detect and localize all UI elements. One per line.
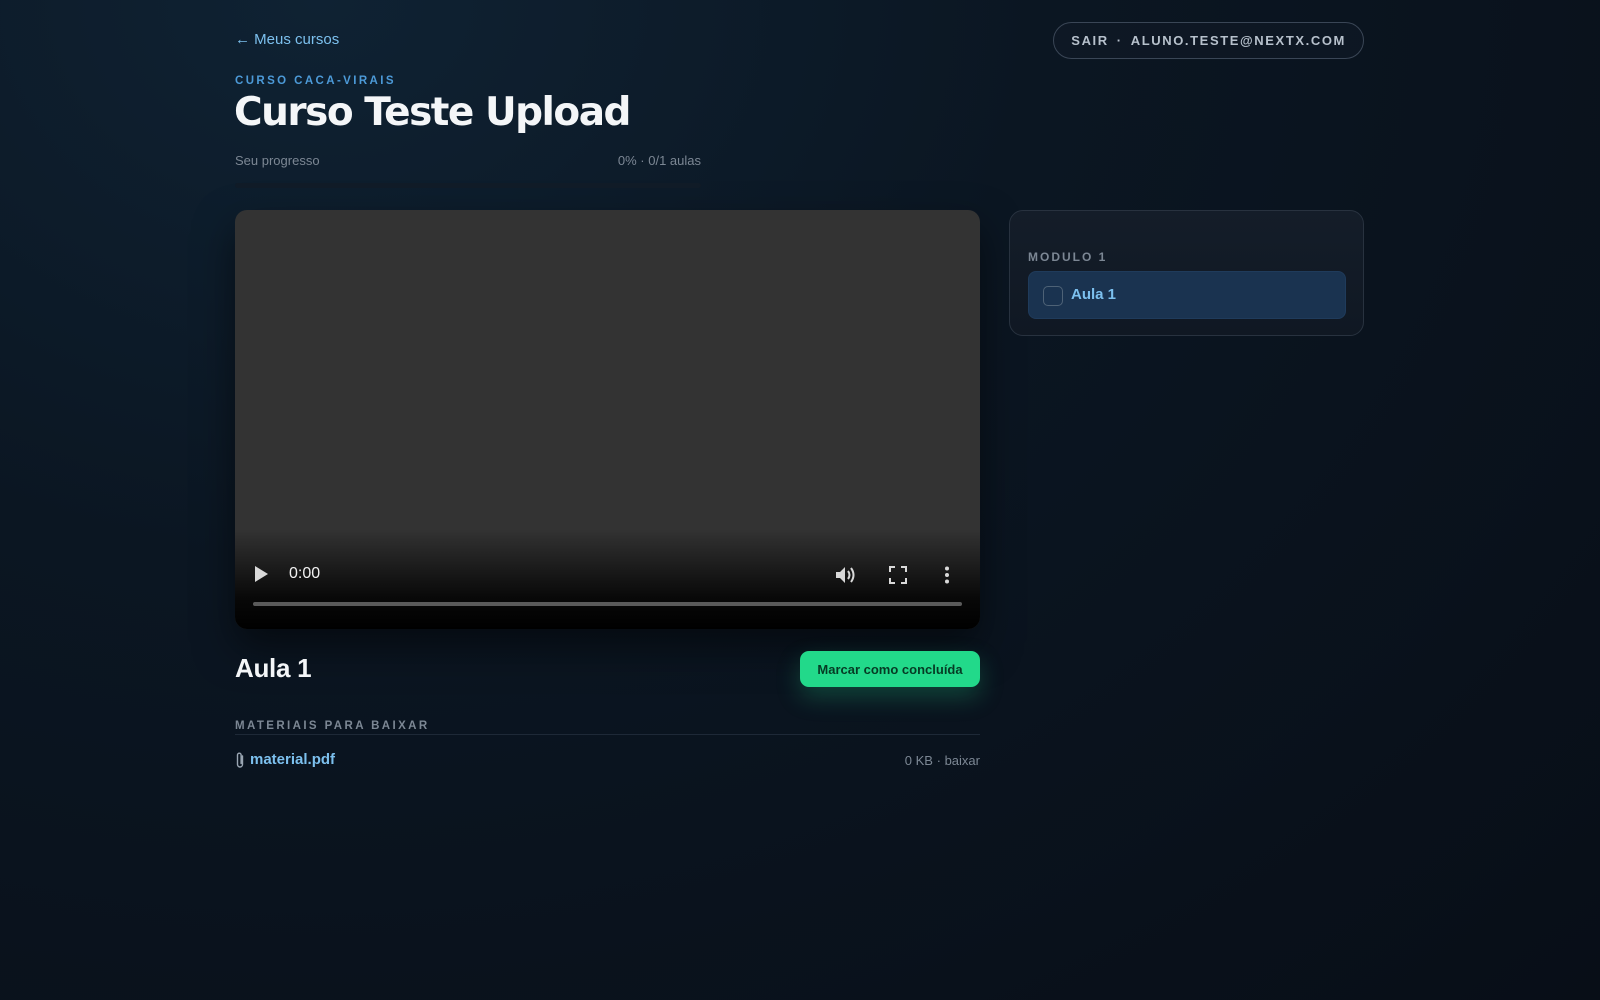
- video-player[interactable]: 0:00: [235, 210, 980, 629]
- material-file-meta: 0 KB · baixar: [905, 753, 980, 768]
- sidebar-lesson-label: Aula 1: [1071, 286, 1117, 303]
- sidebar-lesson-item[interactable]: Aula 1: [1028, 271, 1346, 319]
- lesson-sidebar: MODULO 1 Aula 1: [1009, 210, 1364, 336]
- back-to-courses-link[interactable]: ← Meus cursos: [235, 31, 339, 48]
- fullscreen-icon[interactable]: [889, 566, 907, 584]
- lesson-title: Aula 1: [235, 653, 312, 683]
- course-page: ← Meus cursos SAIR · ALUNO.TESTE@NEXTX.C…: [234, 0, 1364, 1000]
- download-link[interactable]: baixar: [945, 753, 980, 768]
- more-options-icon[interactable]: [943, 566, 951, 584]
- current-time: 0:00: [289, 565, 321, 582]
- divider: [235, 734, 980, 735]
- material-file-size: 0 KB: [904, 753, 933, 768]
- material-file-link[interactable]: material.pdf: [250, 751, 335, 768]
- progress-value: 0% · 0/1 aulas: [617, 153, 701, 168]
- lesson-complete-checkbox[interactable]: [1043, 286, 1063, 306]
- materials-heading: MATERIAIS PARA BAIXAR: [235, 720, 430, 732]
- progress-bar: [235, 183, 701, 188]
- video-controls-shade: [235, 529, 980, 629]
- separator: ·: [1116, 33, 1123, 48]
- material-item: material.pdf 0 KB · baixar: [235, 750, 980, 772]
- logout-label: SAIR: [1071, 33, 1109, 48]
- module-title: MODULO 1: [1028, 250, 1108, 264]
- page-title: Curso Teste Upload: [234, 90, 631, 135]
- volume-icon[interactable]: [835, 565, 857, 585]
- user-email: ALUNO.TESTE@NEXTX.COM: [1130, 33, 1346, 48]
- course-category: CURSO CACA-VIRAIS: [235, 75, 396, 87]
- mark-complete-button[interactable]: Marcar como concluída: [800, 651, 980, 687]
- seek-bar[interactable]: [253, 602, 962, 606]
- play-icon[interactable]: [253, 565, 269, 583]
- separator: ·: [936, 753, 941, 768]
- paperclip-icon: [236, 752, 244, 768]
- logout-button[interactable]: SAIR · ALUNO.TESTE@NEXTX.COM: [1053, 22, 1364, 59]
